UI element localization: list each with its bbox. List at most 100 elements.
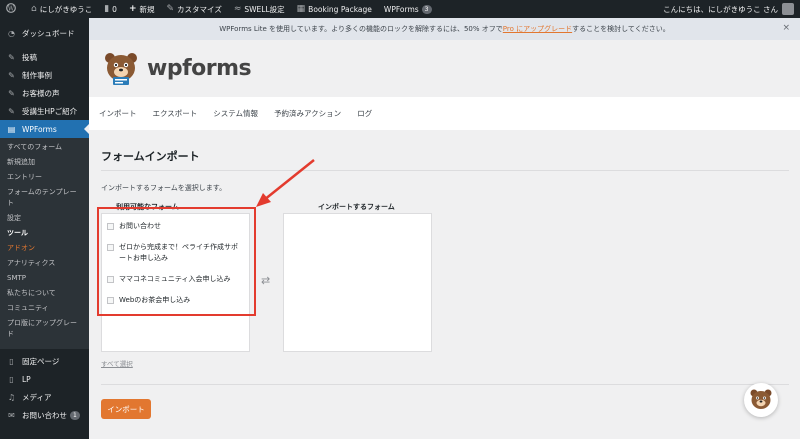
submenu-smtp[interactable]: SMTP: [0, 273, 89, 284]
submenu-upgrade-pro[interactable]: プロ版にアップグレード: [0, 318, 89, 340]
submenu-addons[interactable]: アドオン: [0, 243, 89, 254]
page-icon: ▯: [9, 374, 14, 384]
annotation-arrow-icon: [256, 159, 315, 207]
import-description: インポートするフォームを選択します。: [101, 184, 227, 192]
new-content-menu[interactable]: + 新規: [123, 0, 161, 18]
submenu-community[interactable]: コミュニティ: [0, 303, 89, 314]
highlight-box: [97, 207, 256, 316]
sidebar-item-dashboard[interactable]: ◔ ダッシュボード: [0, 24, 89, 42]
divider: [101, 384, 789, 385]
sidebar-item-student-hp[interactable]: ✎ 受講生HPご紹介: [0, 102, 89, 120]
sidebar-item-label: 制作事例: [22, 70, 52, 80]
sidebar-item-wpforms[interactable]: ▤ WPForms: [0, 120, 89, 138]
submenu-form-templates[interactable]: フォームのテンプレート: [0, 187, 89, 209]
submenu-analytics[interactable]: アナリティクス: [0, 258, 89, 269]
wpforms-adminbar-menu[interactable]: WPForms 3: [378, 0, 438, 18]
forms-to-import-list[interactable]: [283, 213, 432, 352]
transfer-arrows-icon: ⇄: [261, 274, 271, 287]
media-icon: ♫: [7, 392, 16, 402]
comments-menu[interactable]: ▮ 0: [98, 0, 123, 18]
swell-settings-menu[interactable]: ≈ SWELL設定: [228, 0, 291, 18]
avatar: [782, 3, 794, 15]
sidebar-item-label: お客様の声: [22, 88, 60, 98]
sidebar-item-contact[interactable]: ✉ お問い合わせ 1: [0, 406, 89, 424]
wp-logo-menu[interactable]: W: [0, 0, 25, 18]
page-icon: ▯: [9, 356, 14, 366]
admin-bar: W ⌂ にしがきゆうこ ▮ 0 + 新規 ✎ カスタマイズ ≈ SWELL設定 …: [0, 0, 800, 18]
customize-menu[interactable]: ✎ カスタマイズ: [161, 0, 228, 18]
pin-icon: ✎: [8, 70, 15, 80]
new-label: 新規: [139, 4, 155, 14]
swell-icon: ≈: [233, 3, 242, 14]
submenu-settings[interactable]: 設定: [0, 213, 89, 224]
contact-count-badge: 1: [70, 410, 80, 420]
close-icon[interactable]: ×: [782, 23, 790, 33]
wpforms-logo: wpforms: [101, 50, 252, 86]
tab-import[interactable]: インポート: [99, 108, 137, 119]
booking-package-menu[interactable]: ▦ Booking Package: [291, 0, 378, 18]
import-button[interactable]: インポート: [101, 399, 151, 419]
sidebar-item-works[interactable]: ✎ 制作事例: [0, 66, 89, 84]
divider: [101, 170, 789, 171]
select-all-link[interactable]: すべて選択: [101, 358, 133, 368]
tab-logs[interactable]: ログ: [357, 108, 372, 119]
swell-label: SWELL設定: [244, 4, 285, 14]
pin-icon: ✎: [8, 106, 15, 116]
sidebar-item-testimonials[interactable]: ✎ お客様の声: [0, 84, 89, 102]
svg-text:W: W: [8, 5, 15, 12]
sidebar-item-label: 投稿: [22, 52, 37, 62]
mail-icon: ✉: [8, 410, 15, 420]
help-mascot-button[interactable]: [744, 383, 778, 417]
sidebar-item-media[interactable]: ♫ メディア: [0, 388, 89, 406]
sidebar-item-label: ダッシュボード: [22, 28, 75, 38]
upgrade-link[interactable]: Pro にアップグレード: [503, 24, 572, 34]
wpforms-label: WPForms: [383, 4, 419, 14]
plus-icon: +: [128, 3, 137, 14]
sidebar-item-label: WPForms: [22, 124, 57, 134]
comment-icon: ▮: [104, 3, 110, 14]
submenu-tools[interactable]: ツール: [0, 228, 89, 239]
my-account-menu[interactable]: こんにちは、にしがきゆうこ さん: [663, 3, 800, 15]
page-title: フォームインポート: [101, 150, 200, 163]
notice-text-after: することを検討してください。: [572, 25, 670, 33]
submenu-add-new[interactable]: 新規追加: [0, 157, 89, 168]
wpforms-submenu: すべてのフォーム 新規追加 エントリー フォームのテンプレート 設定 ツール ア…: [0, 138, 89, 349]
notice-text-before: WPForms Lite を使用しています。より多くの機能のロックを解除するには…: [219, 25, 503, 33]
sidebar-item-label: 受講生HPご紹介: [22, 106, 78, 116]
sidebar-item-lp[interactable]: ▯ LP: [0, 370, 89, 388]
calendar-icon: ▦: [296, 3, 306, 14]
site-name: にしがきゆうこ: [39, 4, 93, 14]
tab-system-info[interactable]: システム情報: [213, 108, 258, 119]
upgrade-notice: WPForms Lite を使用しています。より多くの機能のロックを解除するには…: [89, 18, 800, 40]
forms-icon: ▤: [7, 124, 16, 134]
bear-mascot-icon: [105, 53, 137, 85]
sidebar-item-pages[interactable]: ▯ 固定ページ: [0, 352, 89, 370]
wordpress-icon: W: [6, 2, 16, 16]
wpforms-header: wpforms: [89, 40, 800, 97]
sidebar-item-label: 固定ページ: [22, 356, 60, 366]
wpforms-notification-badge: 3: [421, 4, 432, 14]
import-forms-label: インポートするフォーム: [318, 203, 395, 211]
submenu-entries[interactable]: エントリー: [0, 172, 89, 183]
tab-scheduled-actions[interactable]: 予約済みアクション: [274, 108, 341, 119]
customize-label: カスタマイズ: [177, 4, 222, 14]
greeting-text: こんにちは、にしがきゆうこ さん: [663, 4, 778, 14]
comments-count: 0: [112, 4, 117, 14]
tools-tabs: インポート エクスポート システム情報 予約済みアクション ログ: [89, 97, 800, 130]
sidebar-item-posts[interactable]: ✎ 投稿: [0, 48, 89, 66]
booking-label: Booking Package: [308, 4, 372, 14]
sidebar-item-label: お問い合わせ: [22, 410, 67, 420]
submenu-about-us[interactable]: 私たちについて: [0, 288, 89, 299]
tab-export[interactable]: エクスポート: [153, 108, 198, 119]
dashboard-icon: ◔: [8, 28, 15, 38]
admin-sidebar: ◔ ダッシュボード ✎ 投稿 ✎ 制作事例 ✎ お客様の声 ✎ 受講生HPご紹介…: [0, 18, 89, 439]
pin-icon: ✎: [8, 52, 15, 62]
site-name-menu[interactable]: ⌂ にしがきゆうこ: [25, 0, 98, 18]
submenu-all-forms[interactable]: すべてのフォーム: [0, 142, 89, 153]
bear-mascot-icon: [750, 389, 772, 409]
logo-text: wpforms: [147, 55, 252, 81]
home-icon: ⌂: [31, 3, 37, 14]
sidebar-item-label: メディア: [22, 392, 52, 402]
pin-icon: ✎: [8, 88, 15, 98]
brush-icon: ✎: [166, 3, 175, 14]
